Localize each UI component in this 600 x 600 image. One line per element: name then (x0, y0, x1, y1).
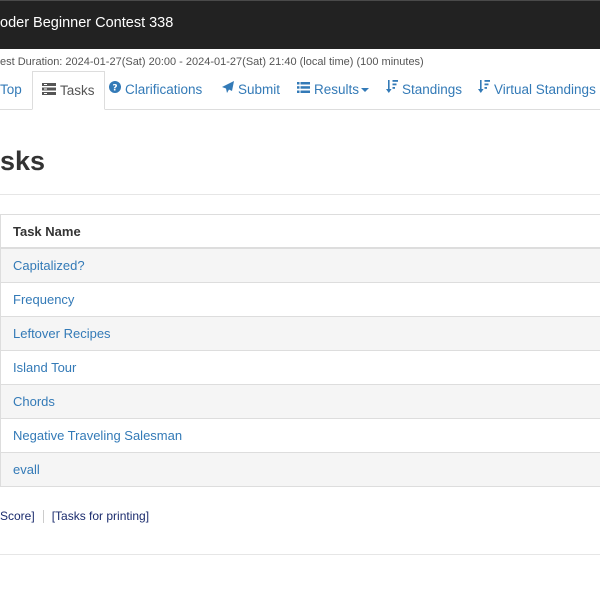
table-row: Negative Traveling Salesman (1, 419, 600, 453)
task-link[interactable]: Leftover Recipes (13, 317, 111, 350)
table-row: Leftover Recipes (1, 317, 600, 351)
task-link[interactable]: Capitalized? (13, 249, 85, 282)
tab-top-label: Top (0, 82, 22, 97)
footer-divider (0, 554, 600, 555)
table-row: Capitalized? (1, 249, 600, 283)
tab-submit-label: Submit (238, 82, 281, 97)
sort-icon (386, 70, 398, 108)
tab-results-label: Results (314, 82, 360, 97)
task-name-column-header: Task Name (13, 224, 81, 239)
paper-plane-icon (222, 70, 234, 108)
svg-text:?: ? (112, 84, 117, 94)
tab-standings[interactable]: Standings (386, 71, 462, 109)
task-link[interactable]: Frequency (13, 283, 74, 316)
tab-virtual-standings-label: Virtual Standings (494, 82, 596, 97)
task-link[interactable]: evall (13, 453, 40, 486)
contest-nav-tabs: Top Tasks ? Clarifications Submit Result… (0, 71, 600, 110)
chevron-down-icon (361, 88, 370, 93)
contest-duration: est Duration: 2024-01-27(Sat) 20:00 - 20… (0, 56, 424, 68)
link-separator (42, 510, 44, 524)
table-header-row: Task Name (1, 215, 600, 249)
page-title: sks (0, 146, 46, 176)
tab-tasks-label: Tasks (60, 83, 95, 98)
task-link[interactable]: Negative Traveling Salesman (13, 419, 182, 452)
task-link[interactable]: Island Tour (13, 351, 76, 384)
tab-top[interactable]: Top (0, 71, 22, 109)
contest-title[interactable]: oder Beginner Contest 338 (0, 15, 173, 31)
top-navbar: oder Beginner Contest 338 (0, 0, 600, 49)
tab-standings-label: Standings (402, 82, 463, 97)
tab-clarifications[interactable]: ? Clarifications (109, 71, 202, 109)
table-row: evall (1, 453, 600, 487)
tab-virtual-standings[interactable]: Virtual Standings (478, 71, 596, 109)
tab-results[interactable]: Results (297, 70, 370, 109)
table-row: Chords (1, 385, 600, 419)
score-link[interactable]: Score] (0, 509, 35, 523)
tasks-for-printing-link[interactable]: [Tasks for printing] (52, 509, 149, 523)
tab-submit[interactable]: Submit (222, 71, 280, 109)
task-link[interactable]: Chords (13, 385, 55, 418)
tasks-list-icon (42, 72, 56, 109)
sort-icon (478, 70, 490, 108)
table-row: Frequency (1, 283, 600, 317)
footer-links: Score] [Tasks for printing] (0, 509, 149, 524)
tab-clarifications-label: Clarifications (125, 82, 203, 97)
heading-divider (0, 194, 600, 195)
table-row: Island Tour (1, 351, 600, 385)
tasks-table: Task Name Capitalized? Frequency Leftove… (0, 214, 600, 487)
tab-tasks[interactable]: Tasks (32, 71, 105, 110)
question-circle-icon: ? (109, 70, 121, 108)
list-icon (297, 70, 310, 108)
